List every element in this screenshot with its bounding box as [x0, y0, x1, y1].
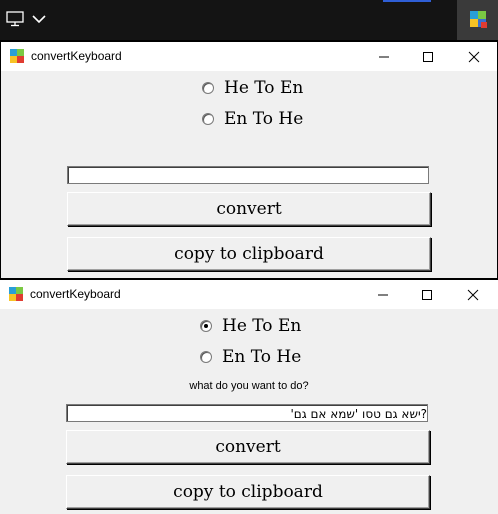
app-icon: [10, 49, 24, 63]
radio-button-selected[interactable]: [200, 320, 212, 332]
maximize-icon: [422, 290, 432, 300]
convert-keyboard-window-1: convertKeyboard He To En En To He conver…: [0, 41, 498, 279]
convert-button[interactable]: convert: [66, 430, 430, 464]
text-input[interactable]: [67, 166, 429, 184]
copy-to-clipboard-button[interactable]: copy to clipboard: [67, 237, 431, 271]
monitor-icon[interactable]: [6, 11, 24, 27]
close-button[interactable]: [451, 42, 497, 71]
minimize-button[interactable]: [360, 280, 406, 309]
app-icon: [470, 11, 487, 28]
radio-button[interactable]: [202, 82, 214, 94]
window-title: convertKeyboard: [30, 287, 121, 301]
convert-keyboard-window-2: convertKeyboard He To En En To He what d…: [0, 280, 498, 514]
radio-label: He To En: [222, 316, 302, 336]
radio-button[interactable]: [202, 113, 214, 125]
radio-label: En To He: [224, 109, 304, 129]
prompt-label: what do you want to do?: [189, 380, 309, 392]
radio-en-to-he[interactable]: En To He: [202, 109, 303, 129]
convert-button[interactable]: convert: [67, 192, 431, 226]
close-icon: [468, 51, 480, 63]
minimize-icon: [378, 294, 388, 296]
radio-label: He To En: [224, 78, 304, 98]
radio-he-to-en[interactable]: He To En: [200, 316, 301, 336]
text-input[interactable]: ?ישא גם טסו 'שמא אם גם': [66, 404, 428, 422]
taskbar-active-indicator: [383, 0, 431, 2]
close-icon: [467, 289, 479, 301]
maximize-button[interactable]: [405, 42, 451, 71]
radio-en-to-he[interactable]: En To He: [200, 347, 301, 367]
close-button[interactable]: [450, 280, 496, 309]
minimize-icon: [379, 56, 389, 58]
taskbar: [0, 0, 498, 40]
copy-to-clipboard-button[interactable]: copy to clipboard: [66, 475, 430, 509]
maximize-icon: [423, 52, 433, 62]
title-bar[interactable]: convertKeyboard: [1, 42, 497, 71]
window-title: convertKeyboard: [31, 49, 122, 63]
app-icon: [9, 287, 23, 301]
radio-button[interactable]: [200, 351, 212, 363]
radio-he-to-en[interactable]: He To En: [202, 78, 303, 98]
taskbar-app-button[interactable]: [457, 0, 498, 40]
minimize-button[interactable]: [361, 42, 407, 71]
chevron-down-icon[interactable]: [30, 12, 48, 26]
title-bar[interactable]: convertKeyboard: [0, 280, 498, 309]
radio-label: En To He: [222, 347, 302, 367]
maximize-button[interactable]: [404, 280, 450, 309]
